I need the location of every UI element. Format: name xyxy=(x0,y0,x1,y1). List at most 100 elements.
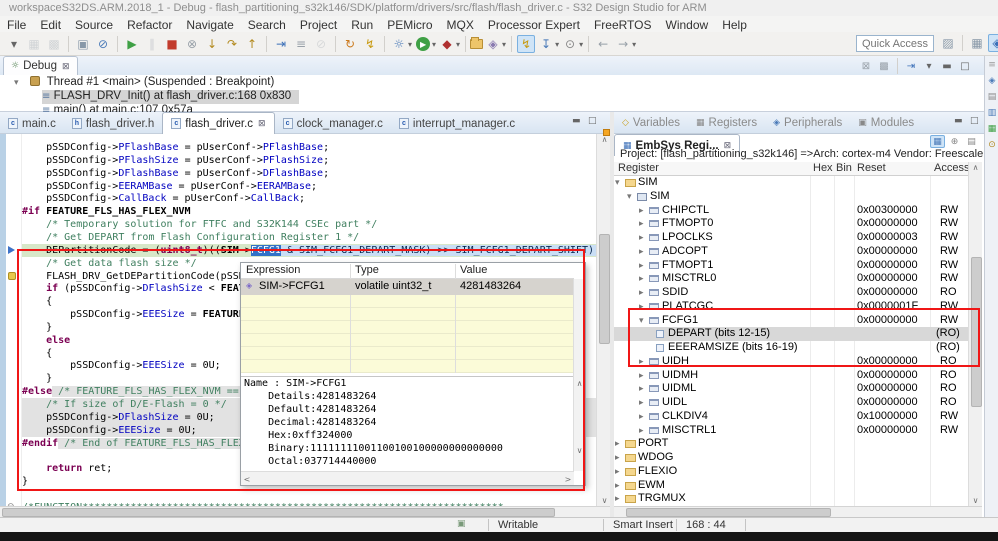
chevron-right-icon[interactable]: ▸ xyxy=(639,371,644,381)
code-line[interactable]: } xyxy=(22,321,52,334)
chevron-right-icon[interactable]: ▸ xyxy=(615,453,620,463)
register-vertical-scrollbar[interactable]: ∧ ∨ xyxy=(968,162,982,506)
chevron-right-icon[interactable]: ▸ xyxy=(639,247,644,257)
save-icon[interactable]: ▦ xyxy=(25,35,43,53)
chevron-right-icon[interactable]: ▸ xyxy=(639,288,644,298)
tab-variables[interactable]: ◇ Variables xyxy=(614,112,688,134)
code-line[interactable]: pSSDConfig->DFlashBase = pUserConf->DFla… xyxy=(22,167,329,180)
code-line[interactable]: pSSDConfig->EEESize = 0U; xyxy=(22,424,197,437)
code-line[interactable]: return ret; xyxy=(22,462,112,475)
scroll-thumb[interactable] xyxy=(2,508,555,517)
scroll-thumb[interactable] xyxy=(626,508,831,517)
code-line[interactable]: { xyxy=(22,347,52,360)
code-line[interactable]: pSSDConfig->CallBack = pUserConf->CallBa… xyxy=(22,192,305,205)
code-line[interactable]: pSSDConfig->EEESize = 0U; xyxy=(22,359,221,372)
close-icon[interactable]: ⊠ xyxy=(258,119,266,129)
menu-help[interactable]: Help xyxy=(715,17,754,33)
disconnect-icon[interactable]: ⊗ xyxy=(183,35,201,53)
chevron-down-icon[interactable]: ▾ xyxy=(615,178,620,188)
instruction-stepping-toggle-icon[interactable]: ⇥ xyxy=(903,59,919,74)
flash-programmer-icon[interactable]: ↯ xyxy=(517,35,536,53)
code-line[interactable]: FLASH_DRV_GetDEPartitionCode(pSSDC xyxy=(22,270,251,283)
terminate-icon[interactable]: ■ xyxy=(163,35,181,53)
register-row-misctrl1[interactable]: ▸ MISCTRL1 0x00000000 RW xyxy=(614,424,968,438)
register-row-wdog[interactable]: ▸ WDOG xyxy=(614,451,968,465)
tab-modules[interactable]: ▣ Modules xyxy=(850,112,922,134)
scroll-up-icon[interactable]: ∧ xyxy=(969,163,982,172)
register-row-trgmux[interactable]: ▸ TRGMUX xyxy=(614,492,968,506)
menu-mqx[interactable]: MQX xyxy=(440,17,481,33)
debug-view-layout-icon[interactable]: ▩ xyxy=(876,59,892,74)
code-line[interactable]: pSSDConfig->EEESize = FEATURE_ xyxy=(22,308,251,321)
register-row-depart-bits-12-15[interactable]: DEPART (bits 12-15) (RO) xyxy=(614,327,968,342)
tab-debug[interactable]: ☼ Debug ⊠ xyxy=(3,56,78,75)
menu-navigate[interactable]: Navigate xyxy=(179,17,240,33)
debug-configurations-icon[interactable]: ☼ xyxy=(390,35,408,53)
chevron-right-icon[interactable]: ▸ xyxy=(639,233,644,243)
save-all-icon[interactable]: ▩ xyxy=(45,35,63,53)
forward-dropdown-icon[interactable]: ▾ xyxy=(632,40,636,49)
skip-all-breakpoints-icon[interactable]: ⊘ xyxy=(94,35,112,53)
code-line[interactable]: } xyxy=(22,372,52,385)
code-line[interactable]: if (pSSDConfig->DFlashSize < FEATU xyxy=(22,282,251,295)
editor-tab-clock-manager-c[interactable]: c clock_manager.c xyxy=(275,113,391,135)
register-row-lpoclks[interactable]: ▸ LPOCLKS 0x00000003 RW xyxy=(614,231,968,245)
flash-device-icon[interactable]: ↯ xyxy=(361,35,379,53)
step-return-icon[interactable]: ↑ xyxy=(243,35,261,53)
fast-view-editor-icon[interactable]: ▤ xyxy=(986,92,998,102)
lock-icon[interactable]: ▣ xyxy=(74,35,92,53)
fast-view-outline-icon[interactable]: ◈ xyxy=(986,76,998,86)
run-icon[interactable]: ▶ xyxy=(414,35,432,53)
code-line[interactable]: { xyxy=(22,295,52,308)
fast-view-console-icon[interactable]: ▥ xyxy=(986,108,998,118)
chevron-right-icon[interactable]: ▸ xyxy=(639,384,644,394)
debug-configurations-dropdown-icon[interactable]: ▾ xyxy=(408,40,412,49)
register-row-uidl[interactable]: ▸ UIDL 0x00000000 RO xyxy=(614,396,968,410)
menu-edit[interactable]: Edit xyxy=(33,17,68,33)
chevron-right-icon[interactable]: ▸ xyxy=(639,426,644,436)
remove-all-terminated-icon[interactable]: ⊠ xyxy=(858,59,874,74)
getting-started-icon[interactable]: ↧ xyxy=(537,35,555,53)
restart-icon[interactable]: ⊘ xyxy=(312,35,330,53)
chevron-right-icon[interactable]: ▸ xyxy=(639,274,644,284)
chevron-right-icon[interactable]: ▸ xyxy=(615,467,620,477)
show-fields-icon[interactable]: ▦ xyxy=(930,135,945,148)
register-row-misctrl0[interactable]: ▸ MISCTRL0 0x00000000 RW xyxy=(614,272,968,286)
maximize-icon[interactable]: □ xyxy=(588,116,597,126)
menu-run[interactable]: Run xyxy=(344,17,380,33)
resume-icon[interactable]: ▶ xyxy=(123,35,141,53)
code-line[interactable]: else xyxy=(22,334,70,347)
tab-registers[interactable]: ▦ Registers xyxy=(688,112,765,134)
code-line[interactable]: pSSDConfig->PFlashSize = pUserConf->PFla… xyxy=(22,154,329,167)
export-icon[interactable]: ▤ xyxy=(964,135,979,148)
tab-peripherals[interactable]: ◈ Peripherals xyxy=(765,112,850,134)
open-project-icon[interactable] xyxy=(470,37,484,49)
external-tools-dropdown-icon[interactable]: ▾ xyxy=(456,40,460,49)
chevron-right-icon[interactable]: ▸ xyxy=(639,398,644,408)
search-tools-icon[interactable]: ⊙ xyxy=(561,35,579,53)
forward-icon[interactable]: → xyxy=(614,35,632,53)
menu-window[interactable]: Window xyxy=(659,17,716,33)
chevron-right-icon[interactable]: ▸ xyxy=(615,481,620,491)
register-row-ftmopt0[interactable]: ▸ FTMOPT0 0x00000000 RW xyxy=(614,217,968,231)
run-dropdown-icon[interactable]: ▾ xyxy=(432,40,436,49)
editor-tab-flash-driver-h[interactable]: h flash_driver.h xyxy=(64,113,162,135)
scroll-right-icon[interactable]: > xyxy=(564,475,572,484)
scroll-down-icon[interactable]: ∨ xyxy=(574,446,585,455)
debug-perspective-icon[interactable]: ◈ xyxy=(988,34,998,52)
step-over-icon[interactable]: ↷ xyxy=(223,35,241,53)
chevron-right-icon[interactable]: ▸ xyxy=(639,412,644,422)
chevron-right-icon[interactable]: ▸ xyxy=(639,219,644,229)
getting-started-dropdown-icon[interactable]: ▾ xyxy=(555,40,559,49)
new-dropdown-icon[interactable]: ▾ xyxy=(5,35,23,53)
cpp-perspective-icon[interactable]: ▦ xyxy=(968,34,986,52)
menu-pemicro[interactable]: PEMicro xyxy=(380,17,439,33)
chevron-right-icon[interactable]: ▸ xyxy=(615,494,620,504)
register-row-uidmh[interactable]: ▸ UIDMH 0x00000000 RO xyxy=(614,369,968,383)
chevron-right-icon[interactable]: ▸ xyxy=(615,439,620,449)
register-row-adcopt[interactable]: ▸ ADCOPT 0x00000000 RW xyxy=(614,245,968,259)
code-line[interactable]: #if FEATURE_FLS_HAS_FLEX_NVM xyxy=(22,205,191,218)
chevron-down-icon[interactable]: ▾ xyxy=(14,78,19,88)
menu-project[interactable]: Project xyxy=(293,17,344,33)
register-row-uidh[interactable]: ▸ UIDH 0x00000000 RO xyxy=(614,355,968,369)
